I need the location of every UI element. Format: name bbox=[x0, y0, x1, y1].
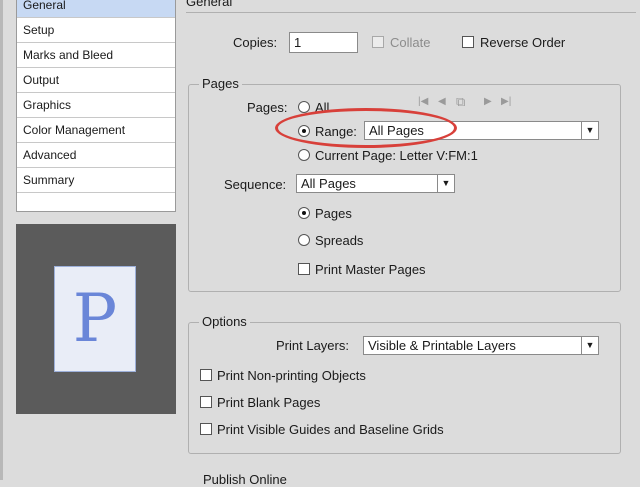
pages-label: Pages: bbox=[247, 100, 288, 115]
layout-spreads-label: Spreads bbox=[315, 233, 364, 248]
pages-all-radio[interactable] bbox=[298, 101, 310, 113]
section-divider bbox=[186, 12, 636, 13]
sequence-label: Sequence: bbox=[224, 177, 287, 192]
sequence-select-value: All Pages bbox=[301, 176, 356, 191]
pages-legend: Pages bbox=[199, 76, 242, 91]
copies-input[interactable]: 1 bbox=[289, 32, 358, 53]
layout-pages-label: Pages bbox=[315, 206, 352, 221]
print-layers-select-value: Visible & Printable Layers bbox=[368, 338, 516, 353]
print-guides-label: Print Visible Guides and Baseline Grids bbox=[217, 422, 444, 437]
print-blank-pages-label: Print Blank Pages bbox=[217, 395, 321, 410]
print-layers-select[interactable]: Visible & Printable Layers ▼ bbox=[363, 336, 599, 355]
next-page-icon[interactable]: ▶ bbox=[484, 96, 492, 107]
sidebar-item-general[interactable]: General bbox=[17, 0, 175, 18]
sidebar-item-setup[interactable]: Setup bbox=[17, 18, 175, 43]
sidebar-item-marks-and-bleed[interactable]: Marks and Bleed bbox=[17, 43, 175, 68]
sidebar-item-graphics[interactable]: Graphics bbox=[17, 93, 175, 118]
first-page-icon[interactable]: |◀ bbox=[418, 96, 428, 107]
collate-checkbox[interactable] bbox=[372, 36, 384, 48]
print-master-pages-label: Print Master Pages bbox=[315, 262, 426, 277]
reverse-order-label: Reverse Order bbox=[480, 35, 566, 50]
print-guides-checkbox[interactable] bbox=[200, 423, 212, 435]
dropdown-arrow-icon: ▼ bbox=[437, 175, 454, 192]
sequence-select[interactable]: All Pages ▼ bbox=[296, 174, 455, 193]
last-page-icon[interactable]: ▶| bbox=[501, 96, 511, 107]
window-edge bbox=[0, 0, 3, 480]
reverse-order-checkbox[interactable] bbox=[462, 36, 474, 48]
current-page-label: Current Page: Letter V:FM:1 bbox=[315, 148, 478, 163]
print-blank-pages-checkbox[interactable] bbox=[200, 396, 212, 408]
collate-label: Collate bbox=[390, 35, 431, 50]
range-highlight-annotation bbox=[275, 108, 457, 148]
sidebar-item-advanced[interactable]: Advanced bbox=[17, 143, 175, 168]
print-master-pages-checkbox[interactable] bbox=[298, 263, 310, 275]
pages-icon[interactable]: ⧉ bbox=[456, 94, 465, 110]
sidebar-item-color-management[interactable]: Color Management bbox=[17, 118, 175, 143]
print-non-printing-label: Print Non-printing Objects bbox=[217, 368, 366, 383]
print-preview: P bbox=[16, 224, 176, 414]
current-page-radio[interactable] bbox=[298, 149, 310, 161]
sidebar-item-output[interactable]: Output bbox=[17, 68, 175, 93]
sidebar-item-summary[interactable]: Summary bbox=[17, 168, 175, 193]
print-layers-label: Print Layers: bbox=[276, 338, 349, 353]
layout-spreads-radio[interactable] bbox=[298, 234, 310, 246]
dropdown-arrow-icon: ▼ bbox=[581, 337, 598, 354]
print-non-printing-checkbox[interactable] bbox=[200, 369, 212, 381]
layout-pages-radio[interactable] bbox=[298, 207, 310, 219]
page-thumbnail: P bbox=[54, 266, 136, 372]
section-title: General bbox=[186, 0, 233, 9]
previous-page-icon[interactable]: ◀ bbox=[438, 96, 446, 107]
options-legend: Options bbox=[199, 314, 250, 329]
sidebar: General Setup Marks and Bleed Output Gra… bbox=[16, 0, 176, 212]
dropdown-arrow-icon: ▼ bbox=[581, 122, 598, 139]
copies-label: Copies: bbox=[233, 35, 278, 50]
